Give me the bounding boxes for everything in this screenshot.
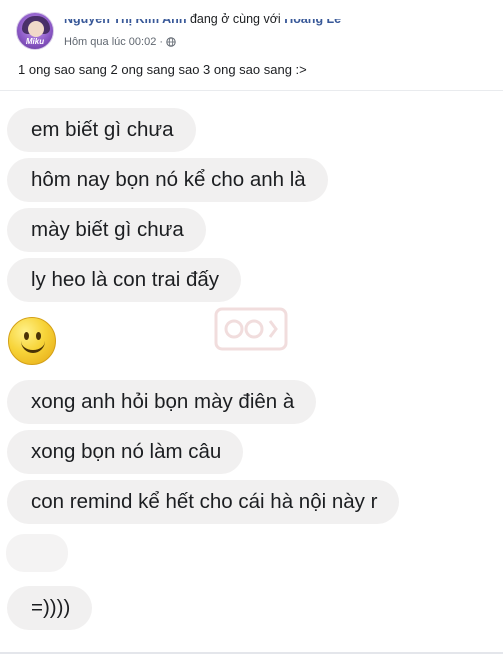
emoji-mouth — [21, 340, 45, 353]
emoji-right-eye — [36, 332, 41, 340]
author-name-link[interactable]: Nguyễn Thị Kim Anh — [64, 19, 186, 26]
message-bubble: xong anh hỏi bọn mày điên à — [7, 380, 317, 424]
chat-screenshot-image[interactable]: em biết gì chưa hôm nay bọn nó kể cho an… — [0, 90, 503, 656]
with-text: đang ở cùng với — [189, 12, 281, 26]
message-bubble: xong bọn nó làm câu — [7, 430, 244, 474]
meta-separator: · — [159, 36, 164, 48]
emoji-left-eye — [24, 332, 29, 340]
message-bubble: mày biết gì chưa — [7, 208, 206, 252]
watermark-icon — [214, 307, 288, 351]
avatar-text: Miku — [25, 37, 45, 46]
post-header: Miku Nguyễn Thị Kim Anh đang ở cùng với … — [0, 0, 503, 58]
message-bubble: con remind kể hết cho cái hà nội này r — [7, 480, 400, 524]
author-avatar[interactable]: Miku — [16, 12, 54, 50]
message-bubble: ly heo là con trai đấy — [7, 258, 242, 302]
smiley-emoji-icon — [8, 317, 56, 365]
blurred-message-bubble — [6, 534, 68, 572]
tagged-friend-link[interactable]: Hoàng Lê — [284, 19, 341, 26]
author-line: Nguyễn Thị Kim Anh đang ở cùng với Hoàng… — [64, 12, 341, 30]
post-meta: Hôm qua lúc 00:02 · — [64, 36, 176, 48]
message-bubble: =)))) — [7, 586, 93, 630]
globe-icon[interactable] — [166, 37, 176, 47]
message-bubble: hôm nay bọn nó kể cho anh là — [7, 158, 328, 202]
post-bottom-divider — [0, 652, 503, 654]
post-caption: 1 ong sao sang 2 ong sang sao 3 ong sao … — [18, 62, 307, 77]
avatar-face — [28, 21, 44, 37]
post-time-link[interactable]: Hôm qua lúc 00:02 — [64, 36, 156, 48]
message-bubble: em biết gì chưa — [7, 108, 196, 152]
